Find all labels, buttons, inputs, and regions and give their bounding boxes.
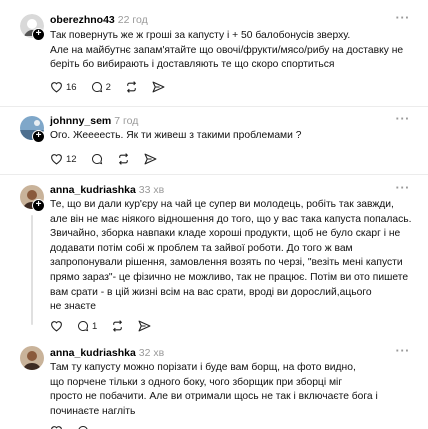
post-text-line: додавати потім собі ж проблем та зайвої …	[50, 242, 353, 254]
post-text-line: запропонували рішення, замовлення возять…	[50, 257, 403, 269]
post-text-line: просто не побачити. Але ви отримали щось…	[50, 391, 378, 403]
timestamp: 32 хв	[138, 347, 165, 359]
more-icon[interactable]: ···	[396, 180, 411, 195]
heart-icon	[51, 82, 62, 93]
avatar[interactable]	[20, 346, 44, 370]
repost-button[interactable]	[117, 153, 130, 165]
post-oberezhno43: + oberezhno43 22 год ··· Так повернуть же…	[0, 0, 428, 108]
post-actions: 1	[50, 319, 165, 333]
username[interactable]: johnny_sem	[50, 115, 111, 127]
post-text-line: Там ту капусту можно порізати і буде вам…	[50, 362, 356, 373]
post-text-line: Ого. Жеееесть. Як ти живеш з такими проб…	[50, 130, 302, 141]
share-icon	[144, 153, 157, 165]
reply-count: 2	[105, 81, 111, 93]
timestamp: 33 хв	[138, 184, 165, 196]
repost-button[interactable]	[125, 81, 138, 93]
timestamp: 7 год	[114, 115, 139, 127]
post-actions: 16 2	[50, 80, 179, 94]
repost-icon	[113, 320, 123, 332]
post-johnny-sem: + johnny_sem 7 год ··· Ого. Жеееесть. Як …	[0, 107, 428, 179]
follow-plus-icon[interactable]: +	[32, 130, 45, 143]
post-text-line: Але на майбутнє запам'ятайте що овочі/фр…	[50, 44, 404, 56]
reply-button[interactable]: 2	[91, 81, 111, 93]
post-header: johnny_sem 7 год	[50, 114, 138, 128]
post-text-line: не знаєте	[50, 301, 96, 313]
reply-button[interactable]	[91, 153, 103, 165]
post-text-line: прямо зараз"- це фізично не можливо, так…	[50, 271, 409, 283]
username[interactable]: anna_kudriashka	[50, 347, 136, 359]
reply-button[interactable]	[77, 425, 89, 429]
heart-icon	[51, 426, 62, 429]
share-icon	[138, 320, 151, 332]
like-button[interactable]	[50, 425, 63, 429]
like-count: 16	[66, 81, 77, 93]
share-button[interactable]	[144, 153, 157, 165]
like-button[interactable]: 12	[50, 153, 77, 165]
post-header: anna_kudriashka 33 хв	[50, 183, 164, 197]
timestamp: 22 год	[117, 14, 148, 26]
share-button[interactable]	[138, 320, 151, 332]
post-text: Те, що ви дали кур'єру на чай це супер в…	[50, 198, 420, 315]
post-text-line: починаєте нагліть	[50, 405, 136, 417]
post-text-line: що порчене тільки з одного боку, чого зб…	[50, 376, 343, 388]
repost-icon	[126, 81, 136, 93]
thread-line	[31, 215, 33, 325]
like-count: 12	[66, 153, 77, 165]
follow-plus-icon[interactable]: +	[32, 28, 45, 41]
heart-icon	[51, 321, 62, 332]
more-icon[interactable]: ···	[396, 111, 411, 126]
repost-button[interactable]	[111, 320, 124, 332]
heart-icon	[51, 154, 62, 165]
more-icon[interactable]: ···	[396, 10, 411, 25]
reply-button[interactable]: 1	[77, 320, 97, 332]
post-text-line: вам срати - в цій жизні всім на вас срат…	[50, 286, 372, 298]
post-header: oberezhno43 22 год	[50, 13, 148, 27]
share-icon	[152, 81, 165, 93]
like-button[interactable]: 16	[50, 81, 77, 93]
post-actions: 12	[50, 152, 171, 166]
share-button[interactable]	[152, 81, 165, 93]
post-text-line: Те, що ви дали кур'єру на чай це супер в…	[50, 199, 394, 210]
repost-icon	[118, 153, 128, 165]
post-text: Там ту капусту можно порізати і буде вам…	[50, 361, 420, 419]
post-text: Так повернуть же ж гроші за капусту і + …	[50, 29, 420, 73]
post-text-line: Так повернуть же ж гроші за капусту і + …	[50, 30, 351, 41]
comment-icon	[78, 320, 89, 332]
username[interactable]: anna_kudriashka	[50, 184, 136, 196]
post-text-line: Звичайно, зборка навпаки кладе хороші пр…	[50, 228, 401, 240]
like-button[interactable]	[50, 320, 63, 332]
post-text-line: але він не має ніякого відношення до тог…	[50, 213, 412, 225]
post-actions	[50, 424, 103, 429]
comment-icon	[91, 153, 102, 165]
reply-count: 1	[92, 320, 98, 332]
post-text: Ого. Жеееесть. Як ти живеш з такими проб…	[50, 129, 420, 144]
post-header: anna_kudriashka 32 хв	[50, 346, 164, 360]
post-anna-kudriashka-2: anna_kudriashka 32 хв ··· Там ту капусту …	[0, 340, 428, 429]
more-icon[interactable]: ···	[396, 343, 411, 358]
follow-plus-icon[interactable]: +	[32, 199, 45, 212]
post-text-line: беріть бо вибирають і доставляють те що …	[50, 59, 335, 71]
comment-icon	[91, 81, 102, 93]
post-anna-kudriashka-1: + anna_kudriashka 33 хв ··· Те, що ви дал…	[0, 175, 428, 340]
username[interactable]: oberezhno43	[50, 14, 115, 26]
comment-icon	[78, 425, 88, 429]
